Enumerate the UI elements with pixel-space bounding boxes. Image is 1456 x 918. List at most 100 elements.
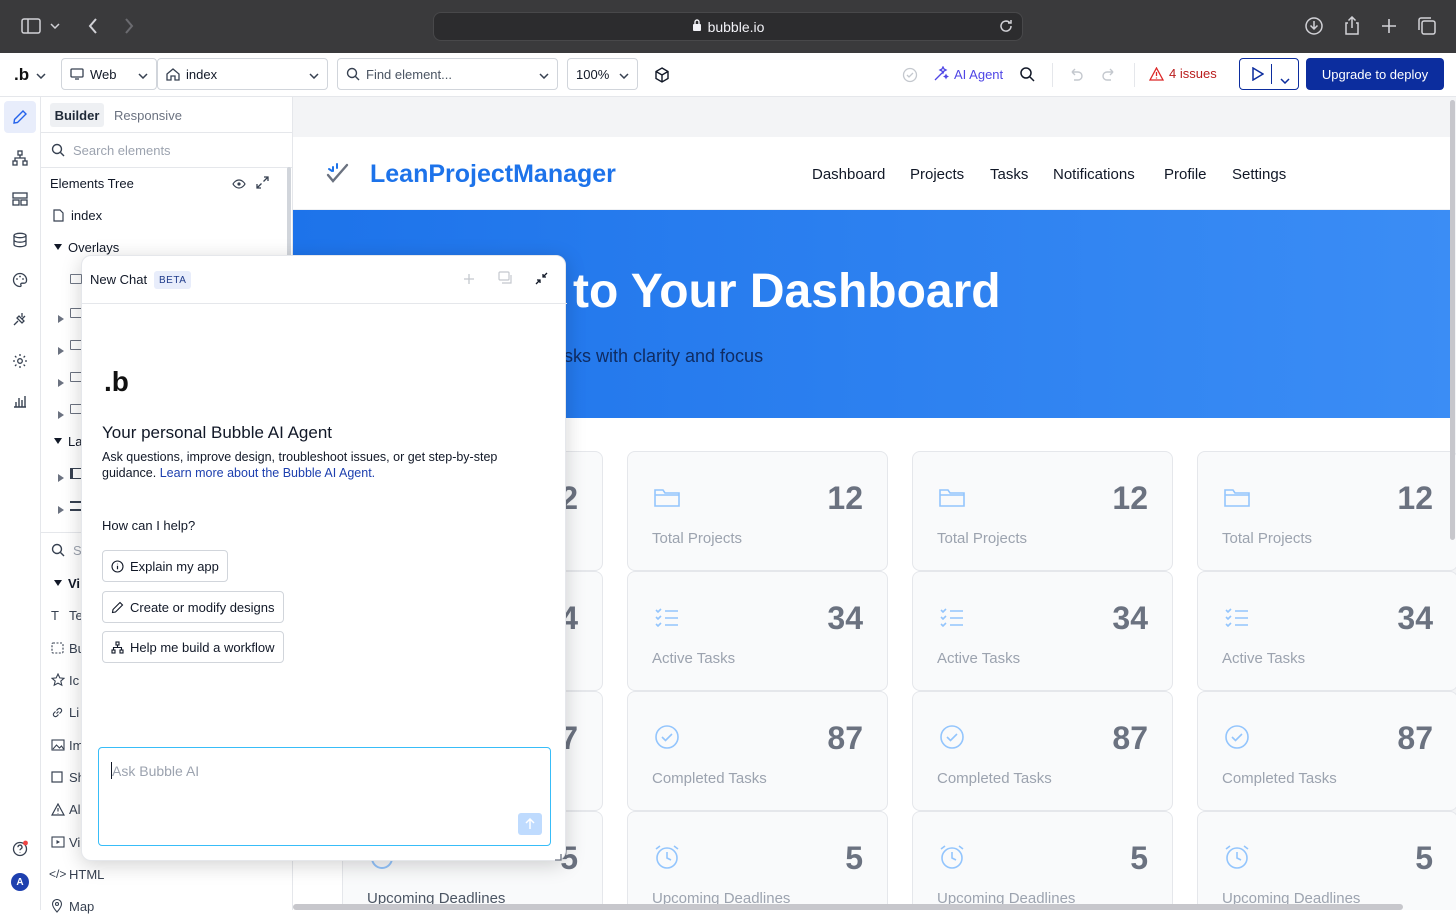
ai-agent-button[interactable]: AI Agent (933, 66, 1003, 82)
cube-icon[interactable] (653, 66, 671, 89)
magic-wand-icon (933, 66, 949, 82)
canvas-vertical-scrollbar[interactable] (1450, 100, 1455, 540)
learn-more-link[interactable]: Learn more about the Bubble AI Agent. (160, 466, 375, 480)
caret-right-icon[interactable] (58, 311, 64, 326)
stat-label: Total Projects (652, 530, 743, 547)
element-map[interactable]: Map (51, 894, 299, 918)
back-icon[interactable] (82, 15, 104, 37)
sidebar-toggle-icon[interactable] (20, 15, 42, 37)
page-select[interactable]: index (157, 58, 328, 90)
search-elements-input[interactable]: Search elements (51, 138, 299, 162)
collapse-icon[interactable] (535, 272, 548, 290)
divider (1052, 63, 1053, 87)
eye-icon[interactable] (232, 177, 246, 192)
check-circle-icon[interactable] (902, 67, 918, 88)
share-icon[interactable] (1341, 15, 1363, 37)
preview-button[interactable] (1239, 58, 1299, 90)
plus-icon[interactable] (463, 272, 475, 290)
stat-card[interactable]: 5 Upcoming Deadlines (912, 811, 1173, 910)
search-icon (346, 67, 360, 81)
chevron-down-icon[interactable] (48, 15, 62, 37)
upgrade-button[interactable]: Upgrade to deploy (1306, 58, 1444, 90)
caret-right-icon[interactable] (58, 343, 64, 358)
nav-tasks[interactable]: Tasks (990, 166, 1028, 183)
stat-value: 5 (1130, 840, 1148, 876)
platform-select[interactable]: Web (61, 58, 157, 90)
caret-right-icon[interactable] (58, 407, 64, 422)
stat-card[interactable]: 34 Active Tasks (1197, 571, 1456, 691)
forward-icon[interactable] (118, 15, 140, 37)
stat-card[interactable]: 34 Active Tasks (912, 571, 1173, 691)
element-html[interactable]: </> HTML (49, 862, 297, 886)
stat-label: Completed Tasks (1222, 770, 1337, 787)
new-tab-icon[interactable] (1378, 15, 1400, 37)
reload-icon[interactable] (998, 18, 1014, 37)
address-bar[interactable]: bubble.io (433, 12, 1023, 41)
nav-notifications[interactable]: Notifications (1053, 166, 1135, 183)
search-icon[interactable] (1019, 66, 1035, 87)
redo-icon[interactable] (1101, 66, 1117, 87)
zoom-select[interactable]: 100% (567, 58, 638, 90)
workflow-icon[interactable] (10, 148, 30, 168)
stat-card[interactable]: 87 Completed Tasks (627, 691, 888, 811)
text-icon: T (51, 607, 59, 623)
gear-icon[interactable] (10, 351, 30, 371)
stat-card[interactable]: 87 Completed Tasks (1197, 691, 1456, 811)
chat-history-icon[interactable] (498, 271, 513, 290)
nav-dashboard[interactable]: Dashboard (812, 166, 885, 183)
caret-right-icon[interactable] (58, 502, 64, 517)
find-element-select[interactable]: Find element... (337, 58, 558, 90)
stat-card[interactable]: 87 Completed Tasks (912, 691, 1173, 811)
tab-responsive[interactable]: Responsive (114, 108, 182, 123)
issues-button[interactable]: 4 issues (1149, 66, 1217, 81)
undo-icon[interactable] (1068, 66, 1084, 87)
nav-profile[interactable]: Profile (1164, 166, 1207, 183)
folder-icon (652, 482, 682, 512)
chart-icon[interactable] (10, 391, 30, 411)
chevron-down-icon[interactable] (36, 66, 46, 84)
stat-card[interactable]: 5 Upcoming Deadlines (1197, 811, 1456, 910)
hero-subtitle: sks with clarity and focus (564, 346, 764, 366)
nav-settings[interactable]: Settings (1232, 166, 1286, 183)
caret-right-icon[interactable] (58, 375, 64, 390)
explain-app-button[interactable]: Explain my app (102, 550, 228, 582)
stat-card[interactable]: 34 Active Tasks (627, 571, 888, 691)
resize-handle-icon[interactable] (554, 848, 562, 866)
help-icon[interactable] (10, 839, 30, 859)
build-workflow-button[interactable]: Help me build a workflow (102, 631, 284, 663)
avatar[interactable]: A (11, 873, 29, 891)
tab-builder[interactable]: Builder (50, 103, 104, 127)
layout-icon[interactable] (10, 189, 30, 209)
stat-card[interactable]: 12 Total Projects (912, 451, 1173, 571)
star-icon (51, 673, 69, 687)
check-circle-icon (937, 722, 967, 752)
modify-designs-button[interactable]: Create or modify designs (102, 591, 284, 623)
bubble-logo: .b (104, 366, 129, 397)
expand-icon[interactable] (256, 176, 269, 192)
plugin-icon[interactable] (10, 310, 30, 330)
tree-item-index[interactable]: index (53, 203, 301, 227)
list-check-icon (1222, 602, 1252, 632)
chevron-down-icon (619, 67, 629, 82)
bubble-logo[interactable]: .b (14, 65, 29, 85)
caret-right-icon[interactable] (58, 470, 64, 485)
link-icon (51, 706, 69, 719)
app-brand: LeanProjectManager (370, 160, 616, 188)
palette-icon[interactable] (10, 270, 30, 290)
divider (1271, 64, 1272, 84)
tabs-overview-icon[interactable] (1416, 15, 1438, 37)
nav-projects[interactable]: Projects (910, 166, 964, 183)
stat-card[interactable]: 12 Total Projects (1197, 451, 1456, 571)
stat-card[interactable]: 5 Upcoming Deadlines (627, 811, 888, 910)
stat-value: 34 (1112, 600, 1148, 636)
pencil-icon[interactable] (10, 107, 30, 127)
download-icon[interactable] (1303, 15, 1325, 37)
database-icon[interactable] (10, 230, 30, 250)
send-button[interactable] (518, 813, 542, 835)
canvas-horizontal-scrollbar[interactable] (293, 904, 1403, 910)
ai-chat-input[interactable]: Ask Bubble AI (98, 747, 551, 846)
stat-value: 87 (827, 720, 863, 756)
stat-card[interactable]: 12 Total Projects (627, 451, 888, 571)
arrow-up-icon (525, 818, 535, 830)
panel-scrollbar[interactable] (287, 167, 291, 257)
